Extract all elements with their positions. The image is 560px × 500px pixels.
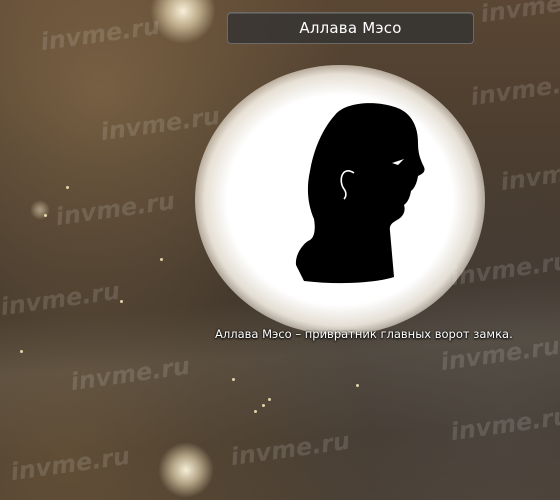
dust-particle <box>66 186 69 189</box>
watermark: invme.ru <box>53 186 177 232</box>
watermark: invme.ru <box>498 151 560 197</box>
watermark: invme.ru <box>98 101 222 147</box>
dust-particle <box>356 384 359 387</box>
dust-particle <box>160 258 163 261</box>
silhouette-head-icon <box>295 103 425 284</box>
dust-particle <box>262 404 265 407</box>
watermark: invme.ru <box>38 11 162 57</box>
character-name-bar: Аллава Мэсо <box>227 12 474 44</box>
character-name: Аллава Мэсо <box>299 19 402 37</box>
bokeh-light-bottom <box>158 442 214 498</box>
dust-particle <box>254 410 257 413</box>
dust-particle <box>20 350 23 353</box>
character-description: Аллава Мэсо – привратник главных ворот з… <box>215 327 513 341</box>
bokeh-light-small <box>30 200 50 220</box>
dust-particle <box>232 378 235 381</box>
dust-particle <box>44 214 47 217</box>
silhouette-head-shape <box>295 103 425 284</box>
watermark: invme.ru <box>468 66 560 112</box>
dust-particle <box>268 398 271 401</box>
watermark: invme.ru <box>478 0 560 29</box>
